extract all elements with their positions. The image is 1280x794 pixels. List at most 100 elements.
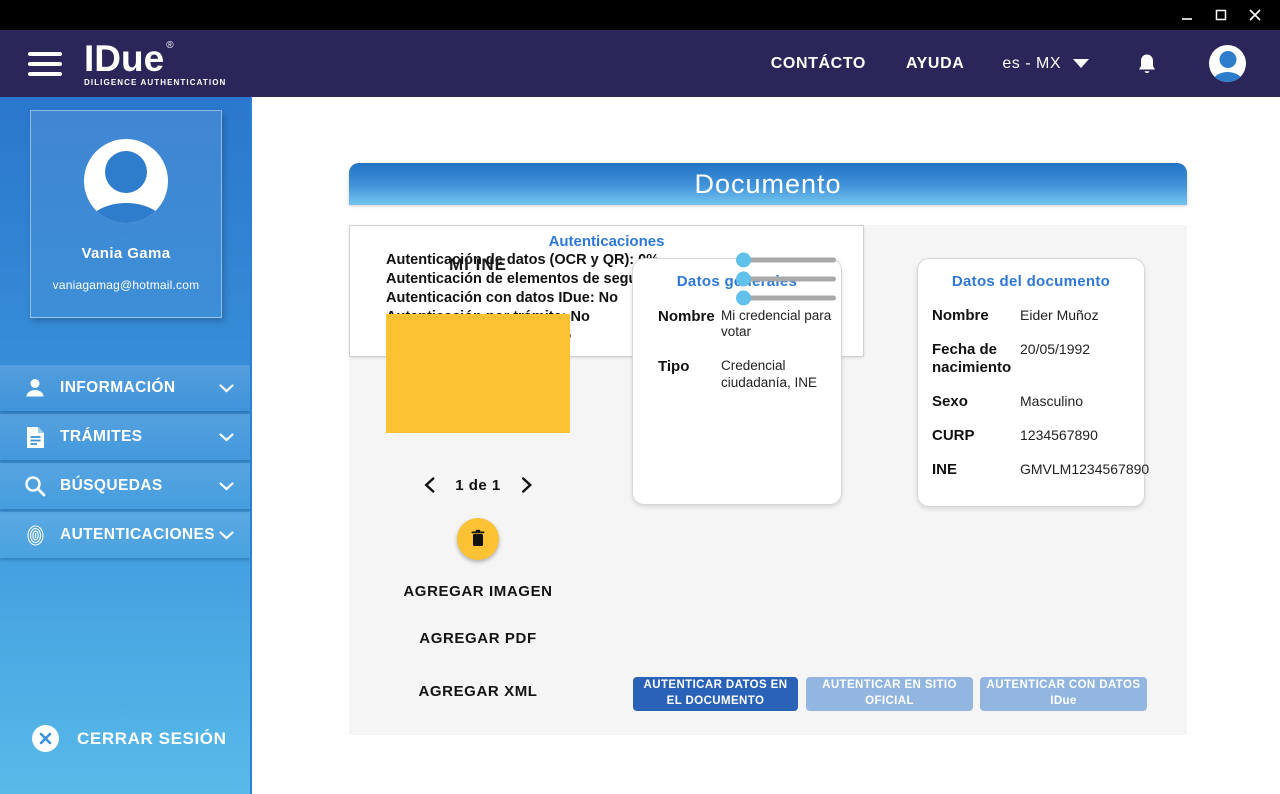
data-row: Tipo Credencial ciudadanía, INE <box>658 358 841 390</box>
document-name-label: MI INE <box>449 255 507 275</box>
card-title: Autenticaciones <box>350 233 863 250</box>
sidebar-item-label: AUTENTICACIONES <box>60 526 219 544</box>
data-row: Fecha de nacimiento 20/05/1992 <box>932 341 1144 376</box>
row-value: Credencial ciudadanía, INE <box>721 358 833 390</box>
avatar-shoulders-icon <box>86 203 167 223</box>
sidebar-menu: INFORMACIÓN TRÁMITES <box>0 365 250 561</box>
nav-contacto[interactable]: CONTÁCTO <box>771 55 866 73</box>
chevron-down-icon <box>219 482 234 491</box>
data-row: CURP 1234567890 <box>932 427 1144 444</box>
sidebar-item-label: TRÁMITES <box>60 428 219 446</box>
profile-avatar <box>84 139 168 223</box>
card-title: Datos del documento <box>932 273 1130 290</box>
data-row: Nombre Mi credencial para votar <box>658 308 841 340</box>
search-icon <box>22 475 48 497</box>
delete-document-button[interactable] <box>457 518 499 560</box>
profile-email: vaniagamag@hotmail.com <box>53 278 200 292</box>
data-row: Sexo Masculino <box>932 393 1144 410</box>
avatar-head-icon <box>1219 51 1236 68</box>
sidebar-item-busquedas[interactable]: BÚSQUEDAS <box>0 463 250 509</box>
chevron-down-icon <box>219 531 234 540</box>
add-xml-button[interactable]: AGREGAR XML <box>418 683 537 700</box>
row-label: INE <box>932 461 1020 478</box>
row-value: Mi credencial para votar <box>721 308 833 340</box>
row-label: Fecha de nacimiento <box>932 341 1020 376</box>
auth-row: Autenticación de datos (OCR y QR): 0% <box>350 250 863 269</box>
app-window: IDue ® DILIGENCE AUTHENTICATION CONTÁCTO… <box>0 0 1280 794</box>
chevron-down-icon <box>219 384 234 393</box>
notifications-bell-icon[interactable] <box>1137 53 1157 75</box>
maximize-button[interactable] <box>1204 0 1238 30</box>
autenticar-datos-idue-button[interactable]: AUTENTICAR CON DATOS IDue <box>980 677 1147 711</box>
minimize-button[interactable] <box>1170 0 1204 30</box>
chevron-down-icon <box>219 433 234 442</box>
close-circle-icon <box>32 725 59 752</box>
auth-row: Autenticación con datos IDue: No <box>350 288 863 307</box>
slider-handle[interactable] <box>736 252 751 267</box>
registered-mark: ® <box>166 41 173 51</box>
row-label: Nombre <box>932 307 1020 324</box>
document-panel: MI INE 1 de 1 <box>349 225 1187 735</box>
slider-track <box>736 295 836 300</box>
window-titlebar <box>0 0 1280 30</box>
sidebar: Vania Gama vaniagamag@hotmail.com INFORM… <box>0 97 250 794</box>
autenticar-datos-documento-button[interactable]: AUTENTICAR DATOS EN EL DOCUMENTO <box>633 677 798 711</box>
sidebar-item-tramites[interactable]: TRÁMITES <box>0 414 250 460</box>
add-image-button[interactable]: AGREGAR IMAGEN <box>403 583 552 600</box>
logout-label: CERRAR SESIÓN <box>77 729 227 749</box>
slider-handle[interactable] <box>736 290 751 305</box>
language-selector[interactable]: es - MX <box>1002 55 1089 73</box>
chevron-down-icon <box>1073 59 1089 68</box>
avatar-shoulders-icon <box>1212 72 1244 82</box>
auth-row: Autenticación de elementos de seguridad:… <box>350 269 863 288</box>
row-value: 20/05/1992 <box>1020 341 1090 358</box>
trash-icon <box>470 529 486 550</box>
row-label: Tipo <box>658 358 721 390</box>
app-logo: IDue ® DILIGENCE AUTHENTICATION <box>84 40 226 87</box>
datos-documento-card: Datos del documento Nombre Eider Muñoz F… <box>917 258 1145 507</box>
profile-card: Vania Gama vaniagamag@hotmail.com <box>30 110 222 318</box>
document-icon <box>22 426 48 449</box>
next-page-icon[interactable] <box>519 475 534 495</box>
auth-security-slider[interactable] <box>736 272 836 286</box>
fingerprint-icon <box>22 525 48 546</box>
profile-name: Vania Gama <box>81 245 170 262</box>
nav-ayuda[interactable]: AYUDA <box>906 55 964 73</box>
page-title-banner: Documento <box>349 163 1187 205</box>
app-header: IDue ® DILIGENCE AUTHENTICATION CONTÁCTO… <box>0 30 1280 97</box>
slider-track <box>736 276 836 281</box>
logo-title: IDue <box>84 40 164 77</box>
language-value: es - MX <box>1002 55 1061 73</box>
previous-page-icon[interactable] <box>422 475 437 495</box>
row-value: 1234567890 <box>1020 427 1098 444</box>
data-row: Nombre Eider Muñoz <box>932 307 1144 324</box>
close-button[interactable] <box>1238 0 1272 30</box>
row-label: Nombre <box>658 308 721 340</box>
sidebar-item-informacion[interactable]: INFORMACIÓN <box>0 365 250 411</box>
main-content: Documento MI INE 1 de 1 <box>250 97 1280 794</box>
document-image-preview[interactable] <box>386 314 570 433</box>
add-pdf-button[interactable]: AGREGAR PDF <box>419 630 536 647</box>
avatar-head-icon <box>105 151 147 193</box>
row-value: GMVLM1234567890 <box>1020 461 1149 478</box>
person-icon <box>22 377 48 399</box>
logo-subtitle: DILIGENCE AUTHENTICATION <box>84 79 226 87</box>
sidebar-item-label: INFORMACIÓN <box>60 379 219 397</box>
row-value: Eider Muñoz <box>1020 307 1099 324</box>
row-value: Masculino <box>1020 393 1083 410</box>
hamburger-menu-icon[interactable] <box>28 52 62 76</box>
page-indicator: 1 de 1 <box>455 477 501 494</box>
autenticar-sitio-oficial-button[interactable]: AUTENTICAR EN SITIO OFICIAL <box>806 677 973 711</box>
data-row: INE GMVLM1234567890 <box>932 461 1144 478</box>
page-title: Documento <box>694 169 841 200</box>
auth-idue-slider[interactable] <box>736 291 836 305</box>
user-avatar[interactable] <box>1209 45 1246 82</box>
row-label: CURP <box>932 427 1020 444</box>
pagination: 1 de 1 <box>422 475 534 495</box>
auth-ocr-slider[interactable] <box>736 253 836 267</box>
logout-button[interactable]: CERRAR SESIÓN <box>32 725 227 752</box>
row-label: Sexo <box>932 393 1020 410</box>
sidebar-item-autenticaciones[interactable]: AUTENTICACIONES <box>0 512 250 558</box>
slider-track <box>736 257 836 262</box>
slider-handle[interactable] <box>736 271 751 286</box>
